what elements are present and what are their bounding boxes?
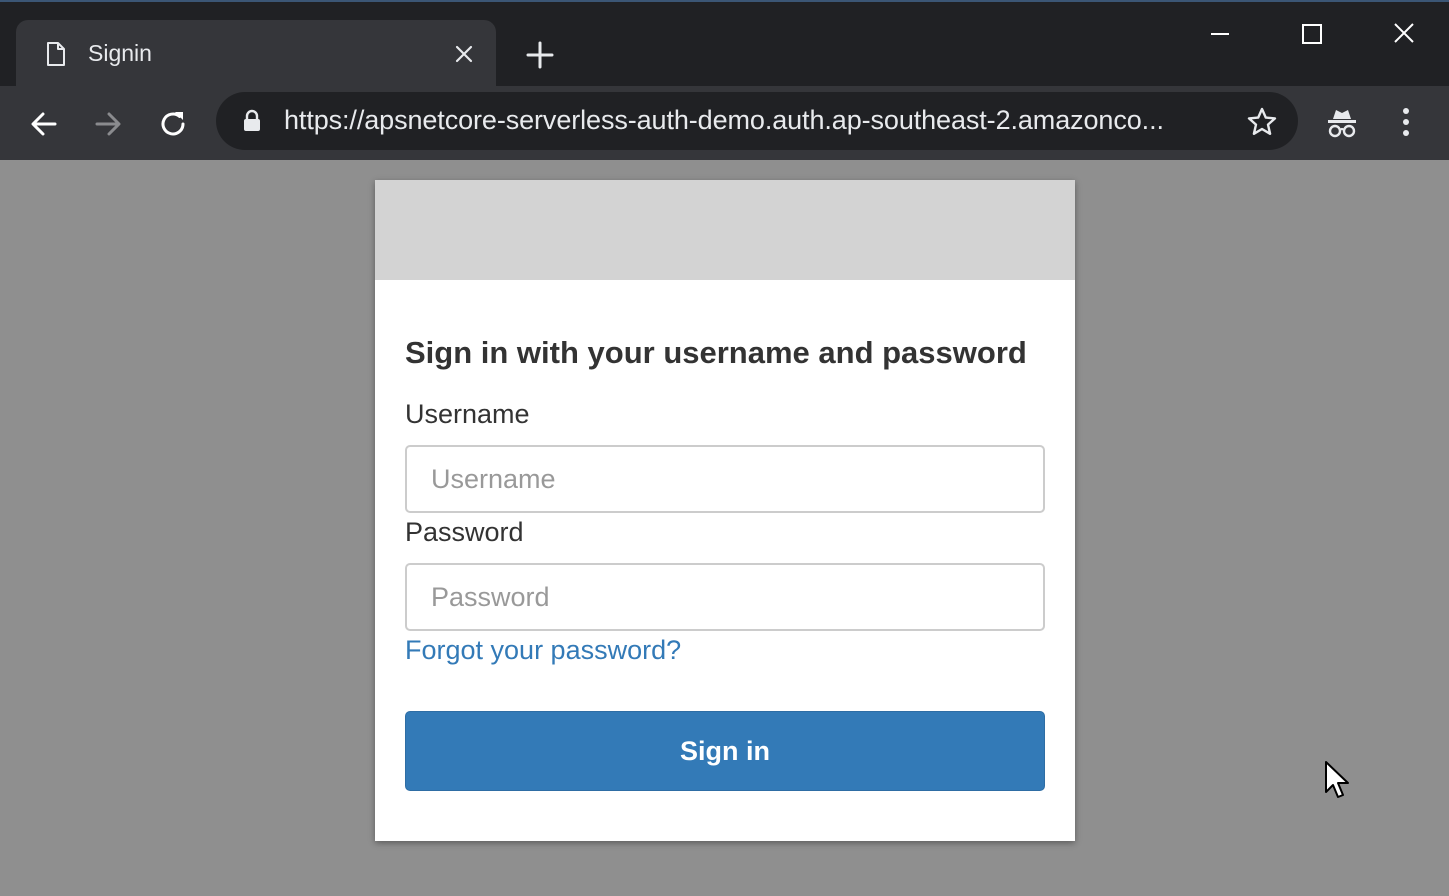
- password-label: Password: [405, 517, 524, 547]
- password-input[interactable]: [405, 563, 1045, 631]
- tab-close-icon[interactable]: [452, 42, 476, 66]
- reload-icon[interactable]: [153, 104, 193, 144]
- browser-titlebar: Signin: [0, 0, 1449, 90]
- lock-icon[interactable]: [242, 109, 262, 133]
- browser-toolbar: https://apsnetcore-serverless-auth-demo.…: [0, 86, 1449, 160]
- signin-card: Sign in with your username and password …: [375, 180, 1075, 841]
- incognito-icon[interactable]: [1323, 105, 1361, 141]
- username-label: Username: [405, 399, 530, 429]
- signin-button[interactable]: Sign in: [405, 711, 1045, 791]
- card-banner: [375, 180, 1075, 280]
- window-minimize-icon[interactable]: [1198, 16, 1242, 52]
- new-tab-plus-icon[interactable]: [524, 39, 556, 71]
- forward-arrow-icon[interactable]: [88, 104, 128, 144]
- window-maximize-icon[interactable]: [1290, 16, 1334, 52]
- window-close-icon[interactable]: [1382, 16, 1426, 52]
- url-text[interactable]: https://apsnetcore-serverless-auth-demo.…: [284, 105, 1164, 136]
- browser-tab[interactable]: Signin: [16, 20, 496, 90]
- bookmark-star-icon[interactable]: [1246, 106, 1278, 138]
- back-arrow-icon[interactable]: [24, 104, 64, 144]
- username-input[interactable]: [405, 445, 1045, 513]
- address-bar[interactable]: https://apsnetcore-serverless-auth-demo.…: [216, 92, 1298, 150]
- tab-title: Signin: [88, 40, 152, 66]
- forgot-password-link[interactable]: Forgot your password?: [405, 635, 681, 666]
- more-menu-icon[interactable]: [1394, 104, 1418, 140]
- page-icon: [47, 42, 65, 66]
- signin-heading: Sign in with your username and password: [405, 335, 1027, 370]
- mouse-cursor-icon: [1325, 761, 1349, 798]
